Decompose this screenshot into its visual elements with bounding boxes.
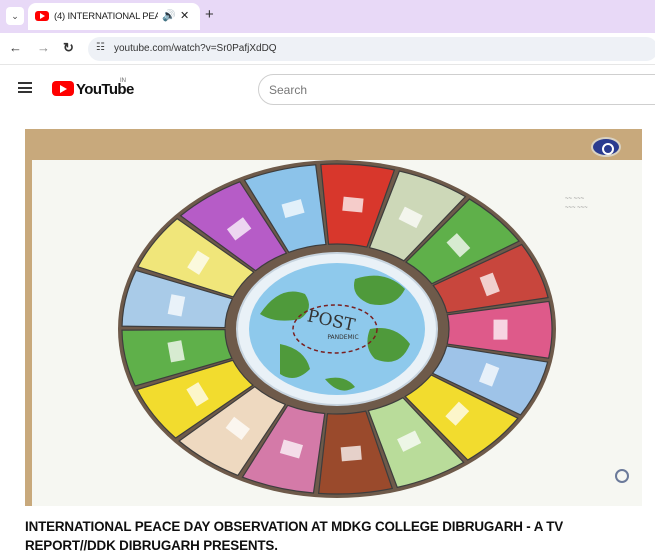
youtube-logo-icon[interactable] [52, 81, 74, 96]
url-text: youtube.com/watch?v=Sr0PafjXdDQ [114, 43, 277, 54]
address-bar[interactable]: ☷ youtube.com/watch?v=Sr0PafjXdDQ [88, 37, 655, 61]
reload-icon[interactable]: ↻ [63, 40, 74, 56]
youtube-masthead: YouTube IN [0, 66, 655, 114]
forward-arrow-icon[interactable]: → [37, 40, 50, 55]
browser-tab-strip: ⌄ (4) INTERNATIONAL PEACE 🔊 ✕ + [0, 0, 655, 33]
site-info-icon[interactable]: ☷ [96, 42, 105, 53]
region-code: IN [120, 78, 126, 84]
back-arrow-icon[interactable]: ← [9, 40, 22, 55]
new-tab-button[interactable]: + [205, 6, 214, 23]
close-icon[interactable]: ✕ [180, 9, 189, 22]
youtube-favicon-icon [35, 11, 49, 21]
browser-tab[interactable]: (4) INTERNATIONAL PEACE 🔊 ✕ [28, 3, 200, 30]
search-box[interactable] [258, 74, 655, 105]
speaker-icon[interactable]: 🔊 [162, 9, 176, 22]
segment-label-panel [493, 319, 508, 340]
segment-label-panel [342, 196, 364, 213]
segment-label-panel [340, 445, 362, 462]
menu-icon[interactable] [18, 82, 32, 93]
tab-search-button[interactable]: ⌄ [6, 7, 24, 25]
video-title: INTERNATIONAL PEACE DAY OBSERVATION AT M… [25, 519, 564, 553]
tab-title: (4) INTERNATIONAL PEACE [54, 11, 158, 22]
browser-toolbar: ← → ↻ ☷ youtube.com/watch?v=Sr0PafjXdDQ [0, 33, 655, 65]
peace-day-artwork: POST PANDEMIC [118, 160, 556, 498]
artwork-center-subtext: PANDEMIC [327, 334, 358, 341]
search-input[interactable] [269, 81, 629, 99]
channel-watermark-icon [615, 469, 629, 483]
video-player[interactable]: ~~ ~~~ ~~~ ~~~ POST PANDEMIC [25, 129, 642, 506]
